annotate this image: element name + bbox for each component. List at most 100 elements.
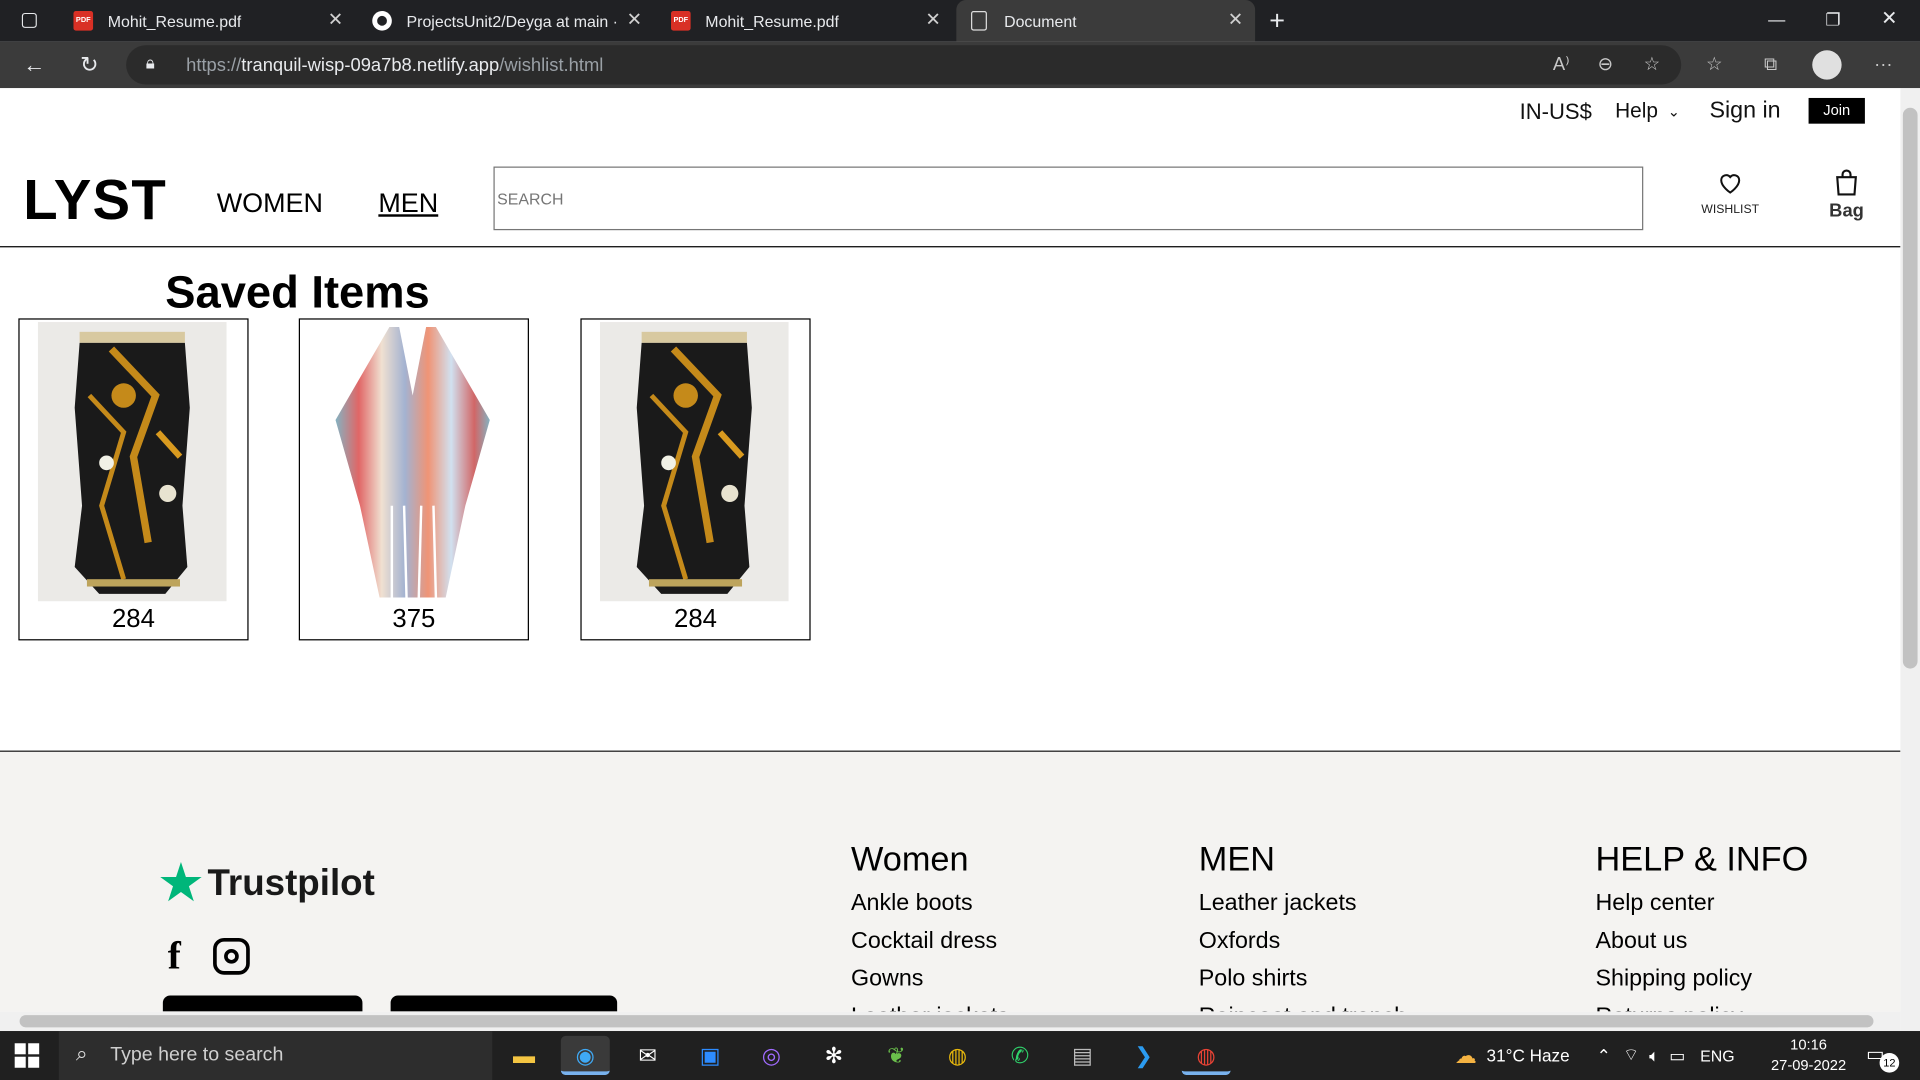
windows-taskbar: ⌕ Type here to search ▬ ◉ ✉ ▣ ◎ ✻ ❦ ◍ ✆ …: [0, 1031, 1920, 1080]
footer-link[interactable]: Returns policy: [1596, 998, 1809, 1011]
edge-browser-icon[interactable]: ◉: [560, 1035, 610, 1076]
product-image[interactable]: [37, 322, 227, 602]
profile-avatar[interactable]: [1812, 50, 1842, 80]
tab-document[interactable]: Document ✕: [956, 0, 1256, 42]
wishlist-label: WISHLIST: [1701, 203, 1760, 217]
footer-link[interactable]: Gowns: [851, 960, 1009, 998]
saved-item-card[interactable]: 284: [18, 318, 249, 641]
close-tab-icon[interactable]: ✕: [923, 10, 943, 31]
close-tab-icon[interactable]: ✕: [1226, 10, 1246, 31]
url-path: /wishlist.html: [499, 55, 604, 76]
footer-link[interactable]: Shipping policy: [1596, 960, 1809, 998]
chrome-profile-icon[interactable]: ◍: [1181, 1036, 1231, 1076]
chrome-icon[interactable]: ◍: [933, 1036, 982, 1075]
tab-github[interactable]: ProjectsUnit2/Deyga at main · In ✕: [360, 0, 654, 42]
slack-icon[interactable]: ✻: [809, 1036, 858, 1075]
saved-item-card[interactable]: 375: [298, 318, 529, 641]
github-desktop-icon[interactable]: ◎: [747, 1036, 796, 1075]
refresh-icon[interactable]: ↻: [72, 48, 106, 82]
read-aloud-icon[interactable]: A⁾: [1544, 48, 1578, 82]
footer-link[interactable]: Leather jackets: [851, 998, 1009, 1011]
instagram-icon[interactable]: [213, 937, 250, 975]
footer-link[interactable]: Oxfords: [1199, 922, 1407, 960]
web-page: IN-US$ Help ⌄ Sign in Join LYST WOMEN ME…: [0, 88, 1901, 1012]
footer-link[interactable]: Cocktail dress: [851, 922, 1009, 960]
google-play-badge[interactable]: [390, 995, 618, 1012]
language-indicator[interactable]: ENG: [1700, 1046, 1734, 1064]
join-button[interactable]: Join: [1808, 97, 1865, 124]
nav-women[interactable]: WOMEN: [217, 187, 323, 219]
item-price: 284: [674, 604, 717, 634]
notifications-icon[interactable]: ▭ 12: [1866, 1042, 1900, 1073]
horizontal-scroll-thumb[interactable]: [19, 1015, 1874, 1028]
product-image[interactable]: [318, 322, 507, 602]
wishlist-link[interactable]: WISHLIST: [1696, 169, 1765, 217]
tab-resume-1[interactable]: PDF Mohit_Resume.pdf ✕: [61, 0, 355, 42]
facebook-icon[interactable]: f: [168, 933, 181, 978]
header-divider: [0, 246, 1901, 248]
favorites-icon[interactable]: ☆: [1697, 48, 1731, 82]
footer-link[interactable]: Help center: [1596, 884, 1809, 922]
footer-link[interactable]: Raincoat and trench: [1199, 998, 1407, 1011]
bag-label: Bag: [1829, 200, 1864, 222]
search-input[interactable]: [493, 166, 1644, 231]
taskbar-search[interactable]: ⌕ Type here to search: [58, 1031, 493, 1080]
currency-selector[interactable]: IN-US$: [1520, 99, 1592, 125]
tab-title: Document: [1004, 11, 1077, 31]
address-bar[interactable]: 🔒︎ https://tranquil-wisp-09a7b8.netlify.…: [126, 45, 1682, 85]
whatsapp-icon[interactable]: ✆: [996, 1036, 1045, 1075]
vertical-scroll-thumb[interactable]: [1902, 107, 1918, 669]
product-image[interactable]: [600, 322, 789, 602]
footer-link[interactable]: Polo shirts: [1199, 960, 1407, 998]
collections-icon[interactable]: ⧉: [1753, 48, 1787, 82]
app-store-badge[interactable]: [162, 995, 363, 1012]
volume-icon[interactable]: 🔈︎: [1649, 1045, 1659, 1066]
close-window-icon[interactable]: ✕: [1861, 0, 1917, 42]
weather-text[interactable]: 31°C Haze: [1487, 1046, 1570, 1066]
minimize-icon[interactable]: —: [1749, 0, 1805, 42]
chevron-up-icon[interactable]: ⌃: [1597, 1045, 1611, 1066]
file-explorer-icon[interactable]: ▬: [500, 1036, 549, 1075]
search-icon: ⌕: [75, 1042, 88, 1066]
tab-resume-2[interactable]: PDF Mohit_Resume.pdf ✕: [659, 0, 953, 42]
taskbar-search-placeholder: Type here to search: [110, 1044, 284, 1066]
new-tab-button[interactable]: +: [1260, 4, 1294, 38]
clock[interactable]: 10:16 27-09-2022: [1769, 1035, 1847, 1077]
trustpilot-badge[interactable]: ★ Trustpilot: [157, 857, 375, 911]
back-arrow-icon[interactable]: ←: [17, 48, 51, 82]
browser-toolbar: ← ↻ 🔒︎ https://tranquil-wisp-09a7b8.netl…: [0, 41, 1920, 89]
help-menu[interactable]: Help: [1615, 99, 1658, 123]
tab-actions-icon[interactable]: ▢: [12, 4, 46, 38]
close-tab-icon[interactable]: ✕: [326, 10, 346, 31]
footer-link[interactable]: Ankle boots: [851, 884, 1009, 922]
footer-link[interactable]: Leather jackets: [1199, 884, 1407, 922]
zoom-icon[interactable]: ▣: [686, 1036, 735, 1075]
clock-date: 27-09-2022: [1770, 1056, 1847, 1074]
chevron-down-icon[interactable]: ⌄: [1668, 103, 1680, 120]
saved-item-card[interactable]: 284: [580, 318, 811, 641]
url-text[interactable]: https://tranquil-wisp-09a7b8.netlify.app…: [186, 55, 603, 76]
mysql-icon[interactable]: ▤: [1058, 1036, 1107, 1075]
zoom-out-icon[interactable]: ⊖: [1588, 48, 1622, 82]
utility-links: IN-US$ Help ⌄ Sign in: [1520, 96, 1781, 128]
more-options-icon[interactable]: ···: [1866, 48, 1900, 82]
add-favorite-icon[interactable]: ☆: [1635, 48, 1669, 82]
sign-in-link[interactable]: Sign in: [1709, 98, 1780, 125]
footer-column-men: MEN Leather jackets Oxfords Polo shirts …: [1199, 840, 1407, 1011]
close-tab-icon[interactable]: ✕: [624, 10, 644, 31]
windows-start-icon[interactable]: [14, 1043, 40, 1068]
leaf-app-icon[interactable]: ❦: [872, 1036, 921, 1075]
weather-icon[interactable]: ☁: [1455, 1043, 1477, 1069]
footer-link[interactable]: About us: [1596, 922, 1809, 960]
trustpilot-label: Trustpilot: [207, 863, 375, 904]
battery-icon[interactable]: ▭: [1669, 1045, 1685, 1066]
nav-men[interactable]: MEN: [378, 187, 438, 219]
restore-icon[interactable]: ❐: [1805, 0, 1861, 42]
vscode-icon[interactable]: ❯: [1119, 1036, 1168, 1075]
heart-icon: [1720, 174, 1741, 194]
wifi-icon[interactable]: ⌔: [1623, 1044, 1639, 1066]
mail-icon[interactable]: ✉: [623, 1036, 672, 1075]
site-logo[interactable]: LYST: [23, 167, 167, 233]
item-price: 375: [392, 604, 436, 634]
bag-link[interactable]: Bag: [1824, 167, 1868, 222]
